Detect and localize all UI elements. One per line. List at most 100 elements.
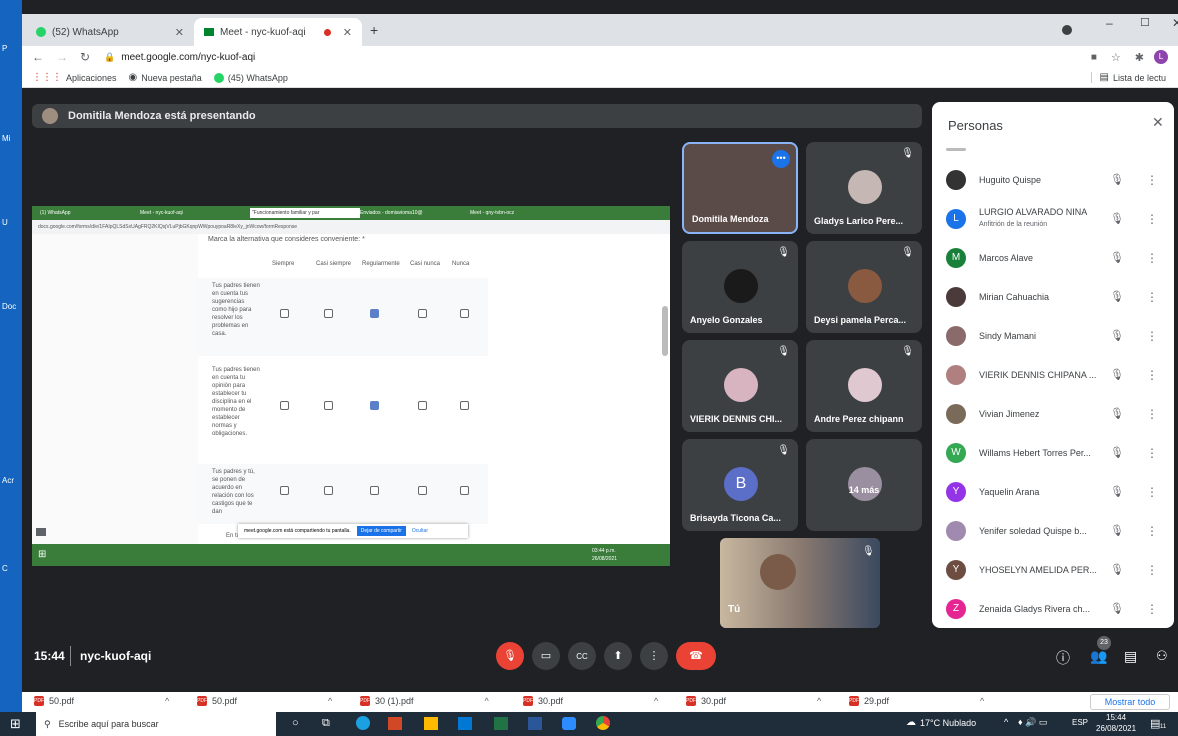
camera-indicator-icon[interactable]: ■ [1091,52,1097,63]
download-options-chevron-icon[interactable]: ^ [654,696,658,706]
mic-toggle-button[interactable]: 🎙 [496,642,524,670]
new-tab-button[interactable]: + [370,22,378,38]
mic-off-icon[interactable]: 🎙 [1110,524,1124,537]
form-checkbox[interactable] [460,401,469,410]
desktop-icon-label[interactable]: U [2,218,8,227]
mic-off-icon[interactable]: 🎙 [1110,290,1124,303]
form-checkbox[interactable] [324,309,333,318]
people-list-item[interactable]: Yenifer soledad Quispe b... 🎙 ⋮ [932,511,1174,550]
forward-arrow-icon[interactable]: → [56,50,68,64]
more-vert-icon[interactable]: ⋮ [1146,212,1158,226]
form-checkbox[interactable] [280,401,289,410]
participant-tile[interactable]: 🎙 Andre Perez chipann [806,340,922,432]
chat-icon[interactable]: ▤ [1124,648,1137,665]
more-vert-icon[interactable]: ⋮ [1146,173,1158,187]
form-checkbox[interactable] [418,309,427,318]
desktop-icon-label[interactable]: Acr [2,476,14,485]
zoom-icon[interactable] [562,717,576,730]
more-vert-icon[interactable]: ⋮ [1146,290,1158,304]
tab-whatsapp[interactable]: (52) WhatsApp ✕ [26,18,194,46]
mic-off-icon[interactable]: 🎙 [1110,602,1124,615]
download-item[interactable]: PDF 29.pdf ^ [849,696,984,706]
mic-off-icon[interactable]: 🎙 [1110,251,1124,264]
mic-off-icon[interactable]: 🎙 [1110,407,1124,420]
profile-avatar[interactable]: L [1154,50,1168,64]
stop-sharing-button[interactable]: Dejar de compartir [356,526,406,536]
people-list-item[interactable]: W Willams Hebert Torres Per... 🎙 ⋮ [932,433,1174,472]
profile-menu-icon[interactable] [1062,25,1072,35]
reading-list[interactable]: ▤ Lista de lectu [1090,72,1166,83]
form-checkbox[interactable] [280,486,289,495]
form-checkbox[interactable] [370,486,379,495]
form-checkbox[interactable] [418,486,427,495]
weather-text[interactable]: 17°C Nublado [920,718,976,728]
close-tab-icon[interactable]: ✕ [343,26,352,39]
form-checkbox[interactable] [280,309,289,318]
tile-options-icon[interactable]: ••• [772,150,790,168]
system-tray-chevron-icon[interactable]: ^ [1004,717,1008,727]
show-all-downloads-button[interactable]: Mostrar todo [1090,694,1170,710]
participant-tile[interactable]: 🎙 Gladys Larico Pere... [806,142,922,234]
people-list-item[interactable]: Mirian Cahuachia 🎙 ⋮ [932,277,1174,316]
activities-icon[interactable]: ⚇ [1156,648,1168,664]
close-tab-icon[interactable]: ✕ [175,26,184,39]
download-item[interactable]: PDF 50.pdf ^ [34,696,169,706]
edge-icon[interactable] [356,716,370,730]
form-checkbox[interactable] [460,486,469,495]
captions-button[interactable]: CC [568,642,596,670]
windows-start-icon[interactable]: ⊞ [10,716,21,732]
more-vert-icon[interactable]: ⋮ [1146,251,1158,265]
mic-off-icon[interactable]: 🎙 [1110,212,1124,225]
form-checkbox[interactable] [370,309,379,318]
tray-icons[interactable]: ♦ 🔊 ▭ [1018,717,1047,728]
mic-off-icon[interactable]: 🎙 [1110,446,1124,459]
word-icon[interactable] [528,717,542,730]
more-vert-icon[interactable]: ⋮ [1146,446,1158,460]
info-icon[interactable]: ⓘ [1056,648,1070,668]
more-vert-icon[interactable]: ⋮ [1146,368,1158,382]
download-item[interactable]: PDF 30 (1).pdf ^ [360,696,489,706]
file-explorer-icon[interactable] [424,717,438,730]
powerpoint-icon[interactable] [388,717,402,730]
form-checkbox[interactable] [324,401,333,410]
tab-meet[interactable]: Meet - nyc-kuof-aqi ✕ [194,18,362,46]
form-checkbox[interactable] [460,309,469,318]
minimize-window-button[interactable]: – [1106,16,1113,30]
download-item[interactable]: PDF 30.pdf ^ [686,696,821,706]
language-indicator[interactable]: ESP [1072,718,1088,727]
back-arrow-icon[interactable]: ← [32,50,44,64]
desktop-icon-label[interactable]: Mi [2,134,10,143]
participant-tile[interactable]: B 🎙 Brisayda Ticona Ca... [682,439,798,531]
more-vert-icon[interactable]: ⋮ [1146,524,1158,538]
bookmark-new-tab[interactable]: ◉ Nueva pestaña [129,72,202,83]
more-vert-icon[interactable]: ⋮ [1146,407,1158,421]
url-text[interactable]: meet.google.com/nyc-kuof-aqi [121,52,255,63]
reload-icon[interactable]: ↻ [80,50,90,64]
extensions-icon[interactable]: ✱ [1135,51,1144,64]
notifications-icon[interactable]: ▤ [1150,717,1160,730]
participant-tile[interactable]: 🎙 Anyelo Gonzales [682,241,798,333]
desktop-icon-label[interactable]: C [2,564,8,573]
desktop-icon-label[interactable]: P [2,44,7,53]
hide-notice-button[interactable]: Ocultar [412,528,428,534]
mic-off-icon[interactable]: 🎙 [1110,329,1124,342]
mic-off-icon[interactable]: 🎙 [1110,368,1124,381]
people-list-item[interactable]: Sindy Mamani 🎙 ⋮ [932,316,1174,355]
form-checkbox[interactable] [324,486,333,495]
more-vert-icon[interactable]: ⋮ [1146,485,1158,499]
download-options-chevron-icon[interactable]: ^ [165,696,169,706]
download-item[interactable]: PDF 30.pdf ^ [523,696,658,706]
camera-toggle-button[interactable]: ▭ [532,642,560,670]
more-vert-icon[interactable]: ⋮ [1146,563,1158,577]
self-tile[interactable]: 🎙 Tú [720,538,880,628]
people-list-item[interactable]: Y YHOSELYN AMELIDA PER... 🎙 ⋮ [932,550,1174,589]
form-checkbox[interactable] [418,401,427,410]
chrome-taskbar-icon[interactable] [596,716,610,730]
people-list-item[interactable]: VIERIK DENNIS CHIPANA ... 🎙 ⋮ [932,355,1174,394]
people-list-item[interactable]: Huguito Quispe 🎙 ⋮ [932,160,1174,199]
download-options-chevron-icon[interactable]: ^ [980,696,984,706]
more-vert-icon[interactable]: ⋮ [1146,329,1158,343]
leave-call-button[interactable]: ☎ [676,642,716,670]
task-view-icon[interactable]: ⧉ [322,717,330,730]
outlook-icon[interactable] [458,717,472,730]
